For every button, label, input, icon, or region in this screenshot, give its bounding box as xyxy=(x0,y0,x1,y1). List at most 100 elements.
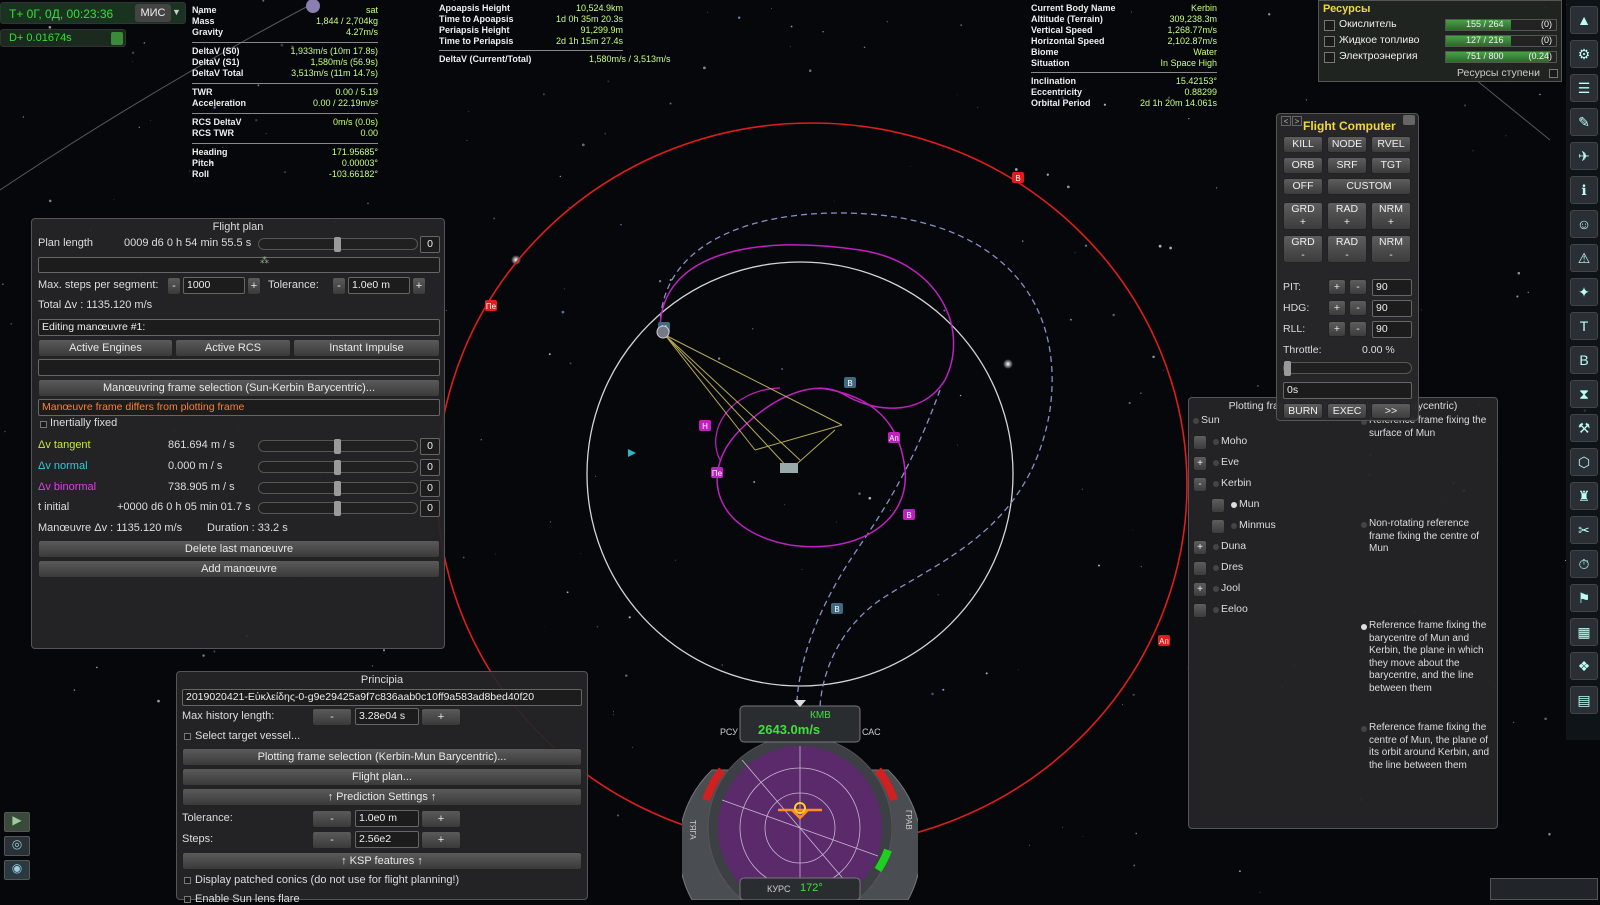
toolbar-app-icon[interactable]: ⚑ xyxy=(1570,584,1598,612)
pit-input[interactable]: 90 xyxy=(1372,279,1412,296)
toolbar-app-icon[interactable]: ✂ xyxy=(1570,516,1598,544)
plan-length-extra-field[interactable] xyxy=(38,257,440,273)
max-steps-plus[interactable]: + xyxy=(247,277,261,295)
pr-tolerance-plus[interactable]: + xyxy=(421,810,461,828)
select-target-checkbox[interactable] xyxy=(184,733,191,740)
orbit-marker-pe1[interactable]: Пе xyxy=(485,300,497,311)
prev-icon[interactable]: < xyxy=(1281,116,1291,126)
toolbar-app-icon[interactable]: ✎ xyxy=(1570,108,1598,136)
expand-eeloo-button[interactable] xyxy=(1193,603,1207,618)
active-rcs-button[interactable]: Active RCS xyxy=(175,339,291,357)
pr-tolerance-input[interactable]: 1.0e0 m xyxy=(355,810,419,827)
resource-checkbox[interactable] xyxy=(1324,52,1335,63)
body-radio-minmus[interactable] xyxy=(1231,523,1237,529)
max-steps-input[interactable]: 1000 xyxy=(183,277,245,294)
vessel-icon[interactable] xyxy=(780,463,798,473)
slider-knob[interactable] xyxy=(334,481,341,496)
expand-mun-button[interactable] xyxy=(1211,498,1225,513)
dv-tangent-slider[interactable] xyxy=(258,439,418,454)
frame-radio[interactable] xyxy=(1361,624,1367,630)
dv-binormal-zero[interactable]: 0 xyxy=(420,480,440,497)
orbit-dashed-2[interactable] xyxy=(796,389,941,701)
toolbar-app-icon[interactable]: ☺ xyxy=(1570,210,1598,238)
orbit-white[interactable] xyxy=(586,261,1014,687)
body-radio-eeloo[interactable] xyxy=(1213,607,1219,613)
pit-minus[interactable]: - xyxy=(1349,279,1367,295)
slider-knob[interactable] xyxy=(334,439,341,454)
body-jool[interactable]: Jool xyxy=(1221,582,1240,594)
orbit-marker-b[interactable]: В xyxy=(831,603,843,614)
body-radio-mun[interactable] xyxy=(1231,502,1237,508)
toolbar-app-icon[interactable]: ⚙ xyxy=(1570,40,1598,68)
max-history-plus[interactable]: + xyxy=(421,708,461,726)
staging-icon[interactable]: ▶ xyxy=(4,812,30,832)
fc-nrm-button[interactable]: NRM + xyxy=(1371,202,1411,230)
body-eve[interactable]: Eve xyxy=(1221,456,1239,468)
expand-dres-button[interactable] xyxy=(1193,561,1207,576)
body-eeloo[interactable]: Eeloo xyxy=(1221,603,1248,615)
fc-rvel-button[interactable]: RVEL xyxy=(1371,136,1411,153)
dv-normal-zero[interactable]: 0 xyxy=(420,459,440,476)
toolbar-app-icon[interactable]: ⬡ xyxy=(1570,448,1598,476)
more-button[interactable]: >> xyxy=(1371,403,1411,419)
max-steps-minus[interactable]: - xyxy=(167,277,181,295)
toolbar-app-icon[interactable]: ❖ xyxy=(1570,652,1598,680)
toolbar-app-icon[interactable]: ⏱ xyxy=(1570,550,1598,578)
fc-grd-button[interactable]: GRD - xyxy=(1283,235,1323,263)
orbit-magenta[interactable] xyxy=(659,244,955,548)
pit-plus[interactable]: + xyxy=(1328,279,1346,295)
toolbar-app-icon[interactable]: ☰ xyxy=(1570,74,1598,102)
principia-version-field[interactable]: 2019020421-Εὐκλείδης-0-g9e29425a9f7c836a… xyxy=(182,689,582,706)
fc-tgt-button[interactable]: TGT xyxy=(1371,157,1411,174)
body-radio-kerbin[interactable] xyxy=(1213,481,1219,487)
expand-minmus-button[interactable] xyxy=(1211,519,1225,534)
fc-grd-button[interactable]: GRD + xyxy=(1283,202,1323,230)
bottom-right-toolbar[interactable] xyxy=(1490,878,1598,900)
body-moho[interactable]: Moho xyxy=(1221,435,1247,447)
frame-radio[interactable] xyxy=(1361,726,1367,732)
next-icon[interactable]: > xyxy=(1292,116,1302,126)
pr-tolerance-minus[interactable]: - xyxy=(312,810,352,828)
plan-length-slider[interactable] xyxy=(258,237,418,252)
max-history-minus[interactable]: - xyxy=(312,708,352,726)
body-radio-dres[interactable] xyxy=(1213,565,1219,571)
patched-conics-label[interactable]: Display patched conics (do not use for f… xyxy=(195,874,459,886)
fp-tolerance-minus[interactable]: - xyxy=(332,277,346,295)
orbit-marker-ap2[interactable]: Ап xyxy=(888,432,900,443)
fc-orb-button[interactable]: ORB xyxy=(1283,157,1323,174)
editing-maneuver-field[interactable]: Editing manœuvre #1: xyxy=(38,319,440,336)
steps-plus[interactable]: + xyxy=(421,831,461,849)
resource-checkbox[interactable] xyxy=(1324,36,1335,47)
fc-srf-button[interactable]: SRF xyxy=(1327,157,1367,174)
patched-conics-checkbox[interactable] xyxy=(184,877,191,884)
rll-minus[interactable]: - xyxy=(1349,321,1367,337)
hdg-minus[interactable]: - xyxy=(1349,300,1367,316)
sas-label[interactable]: САС xyxy=(862,727,881,737)
navball-mode[interactable]: КМВ xyxy=(810,710,831,721)
steps-input[interactable]: 2.56e2 xyxy=(355,831,419,848)
toolbar-app-icon[interactable]: ⚠ xyxy=(1570,244,1598,272)
rll-plus[interactable]: + xyxy=(1328,321,1346,337)
fc-off-button[interactable]: OFF xyxy=(1283,178,1323,195)
kerbin-icon[interactable] xyxy=(656,325,670,339)
hdg-input[interactable]: 90 xyxy=(1372,300,1412,317)
expand-duna-button[interactable]: + xyxy=(1193,540,1207,555)
toolbar-app-icon[interactable]: ✈ xyxy=(1570,142,1598,170)
dropdown-chevron-icon[interactable]: ▼ xyxy=(172,7,181,17)
fp-tolerance-input[interactable]: 1.0e0 m xyxy=(348,277,410,294)
fc-nrm-button[interactable]: NRM - xyxy=(1371,235,1411,263)
dv-binormal-slider[interactable] xyxy=(258,481,418,496)
orbit-marker-h[interactable]: Н xyxy=(699,420,711,431)
body-radio-moho[interactable] xyxy=(1213,439,1219,445)
body-minmus[interactable]: Minmus xyxy=(1239,519,1276,531)
select-target-label[interactable]: Select target vessel... xyxy=(195,730,300,742)
expand-moho-button[interactable] xyxy=(1193,435,1207,450)
toolbar-app-icon[interactable]: ▲ xyxy=(1570,6,1598,34)
toolbar-app-icon[interactable]: ⚒ xyxy=(1570,414,1598,442)
toolbar-app-icon[interactable]: ✦ xyxy=(1570,278,1598,306)
slider-knob[interactable] xyxy=(334,501,341,516)
burn-button[interactable]: BURN xyxy=(1283,403,1323,419)
engine-info-field[interactable] xyxy=(38,359,440,376)
steps-minus[interactable]: - xyxy=(312,831,352,849)
expand-kerbin-button[interactable]: - xyxy=(1193,477,1207,492)
